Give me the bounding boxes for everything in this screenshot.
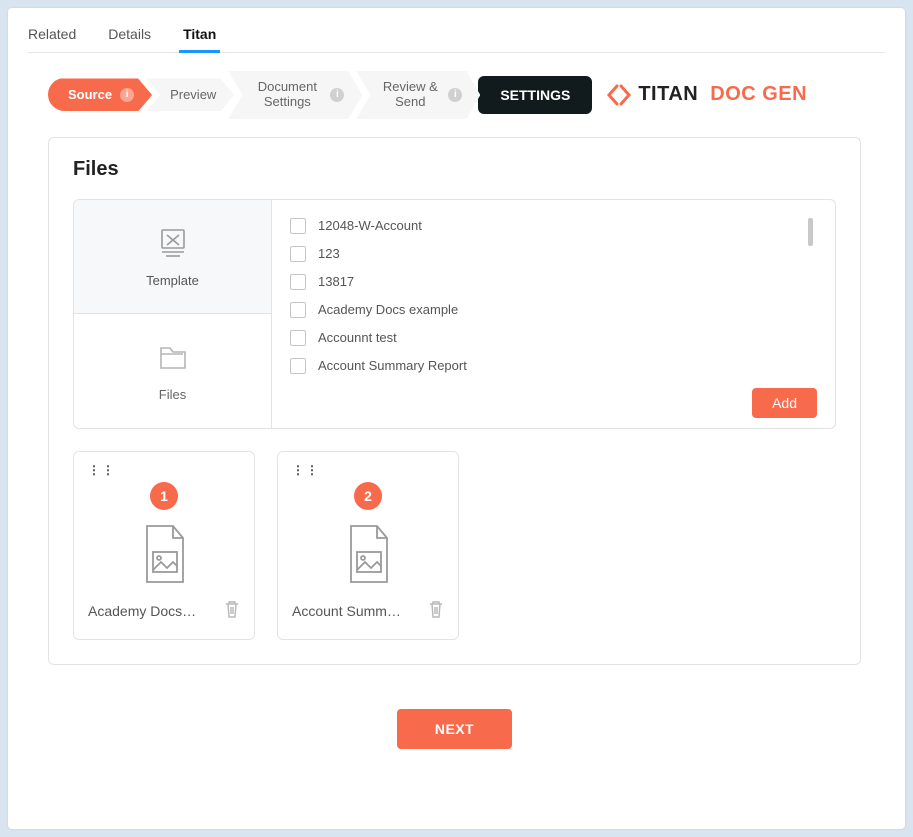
file-image-icon: [292, 524, 444, 584]
tab-titan[interactable]: Titan: [183, 20, 216, 52]
next-button[interactable]: NEXT: [397, 709, 512, 749]
file-row[interactable]: 13817: [290, 268, 817, 296]
add-button[interactable]: Add: [752, 388, 817, 418]
content-area: Source i Preview Document Settings i Rev…: [28, 71, 885, 820]
drag-handle-icon[interactable]: ⋮⋮: [88, 466, 240, 474]
files-card: Files Template: [48, 137, 861, 665]
checkbox[interactable]: [290, 218, 306, 234]
wizard-steps: Source i Preview Document Settings i Rev…: [48, 71, 861, 119]
app-frame: Related Details Titan Source i Preview D…: [8, 8, 905, 829]
checkbox[interactable]: [290, 246, 306, 262]
file-name: Accounnt test: [318, 330, 397, 345]
template-icon: [156, 226, 190, 263]
file-row[interactable]: Academy Docs example: [290, 296, 817, 324]
file-selector: Template Files: [73, 199, 836, 429]
delete-icon[interactable]: [428, 600, 444, 623]
chip-name-row: Academy Docs…: [88, 600, 240, 623]
drag-handle-icon[interactable]: ⋮⋮: [292, 466, 444, 474]
step-preview[interactable]: Preview: [146, 78, 234, 111]
step-label: Document Settings: [252, 80, 322, 110]
logo-text-docgen: DOC GEN: [710, 83, 807, 106]
next-button-row: NEXT: [28, 685, 881, 757]
order-badge: 1: [150, 482, 178, 510]
checkbox[interactable]: [290, 302, 306, 318]
selected-file-card: ⋮⋮ 1 Academy Docs…: [73, 451, 255, 640]
file-list: 12048-W-Account 123 13817 Academy D: [272, 200, 835, 428]
selector-tab-label: Files: [159, 387, 186, 402]
file-row[interactable]: Account Summary Report: [290, 352, 817, 380]
selector-tab-template[interactable]: Template: [74, 200, 271, 315]
file-name: Academy Docs example: [318, 302, 458, 317]
top-tab-bar: Related Details Titan: [28, 20, 885, 53]
file-row[interactable]: 123: [290, 240, 817, 268]
selected-file-card: ⋮⋮ 2 Account Summ…: [277, 451, 459, 640]
checkbox[interactable]: [290, 274, 306, 290]
selector-tab-files[interactable]: Files: [74, 314, 271, 428]
file-list-scroll[interactable]: 12048-W-Account 123 13817 Academy D: [290, 212, 817, 382]
titan-logo-mark-icon: [606, 82, 632, 108]
order-badge: 2: [354, 482, 382, 510]
tab-related[interactable]: Related: [28, 20, 76, 52]
file-row[interactable]: Accounnt test: [290, 324, 817, 352]
chip-name-row: Account Summ…: [292, 600, 444, 623]
info-icon[interactable]: i: [330, 88, 344, 102]
info-icon[interactable]: i: [120, 88, 134, 102]
selected-file-name: Account Summ…: [292, 603, 420, 619]
file-name: Account Summary Report: [318, 358, 467, 373]
checkbox[interactable]: [290, 330, 306, 346]
file-image-icon: [88, 524, 240, 584]
selected-files-row: ⋮⋮ 1 Academy Docs…: [73, 451, 836, 640]
step-label: Preview: [170, 87, 216, 102]
logo-text-titan: TITAN: [638, 83, 698, 106]
step-label: Source: [68, 87, 112, 102]
step-document-settings[interactable]: Document Settings i: [228, 71, 362, 119]
titan-logo: TITAN DOC GEN: [606, 82, 807, 108]
file-name: 13817: [318, 274, 354, 289]
settings-button[interactable]: SETTINGS: [478, 76, 592, 114]
checkbox[interactable]: [290, 358, 306, 374]
files-title: Files: [73, 158, 836, 181]
tab-details[interactable]: Details: [108, 20, 151, 52]
selector-tab-label: Template: [146, 273, 199, 288]
selected-file-name: Academy Docs…: [88, 603, 216, 619]
step-review-send[interactable]: Review & Send i: [356, 71, 480, 119]
step-label: Review & Send: [380, 80, 440, 110]
selector-tabs: Template Files: [74, 200, 272, 428]
scrollbar-thumb-icon[interactable]: [808, 218, 813, 246]
info-icon[interactable]: i: [448, 88, 462, 102]
folder-icon: [156, 340, 190, 377]
delete-icon[interactable]: [224, 600, 240, 623]
file-name: 12048-W-Account: [318, 218, 422, 233]
file-name: 123: [318, 246, 340, 261]
file-row[interactable]: 12048-W-Account: [290, 212, 817, 240]
step-source[interactable]: Source i: [48, 78, 152, 111]
